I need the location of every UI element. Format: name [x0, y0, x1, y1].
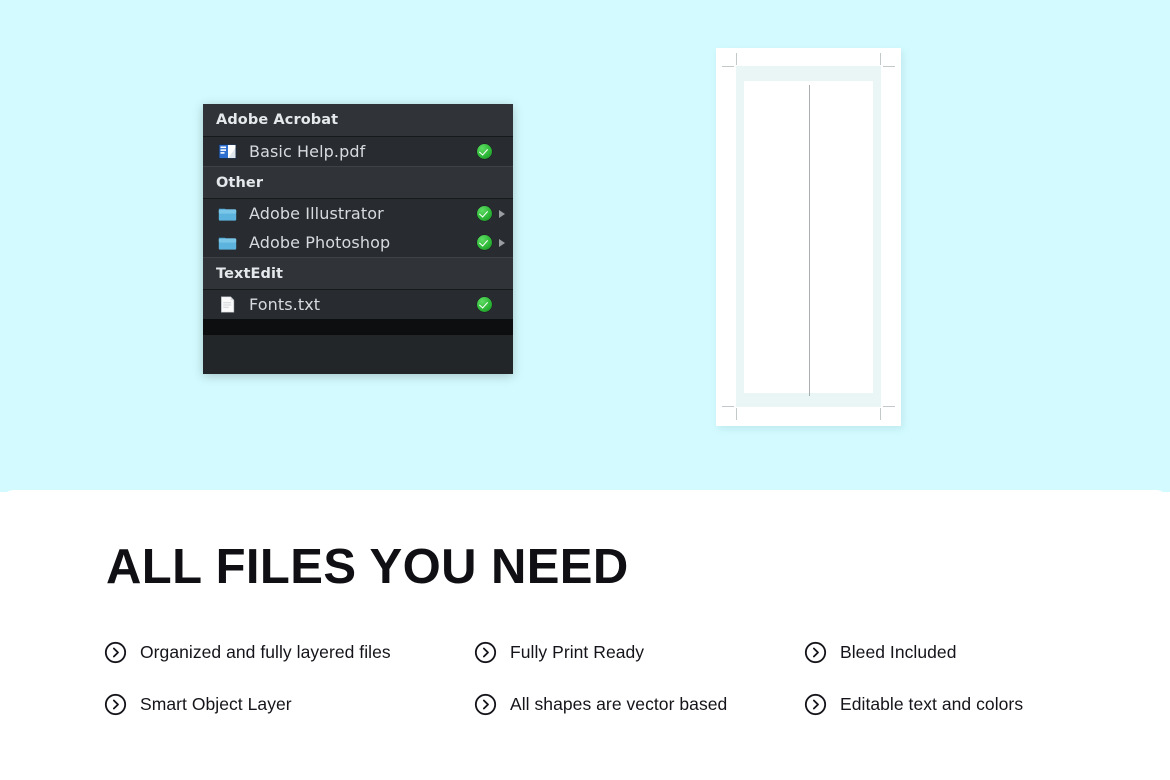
list-item-label: Adobe Illustrator — [249, 204, 384, 223]
panel-section-header-other: Other — [203, 166, 513, 199]
check-badge-icon — [477, 206, 492, 221]
chevron-right-circle-icon — [104, 641, 127, 663]
feature-label: Smart Object Layer — [140, 693, 292, 714]
list-item-status-group — [477, 144, 505, 159]
check-badge-icon — [477, 235, 492, 250]
list-item[interactable]: Adobe Illustrator — [203, 199, 513, 228]
panel-section-header-adobe-acrobat: Adobe Acrobat — [203, 104, 513, 137]
chevron-right-circle-icon — [104, 693, 127, 715]
panel-section-rows-adobe-acrobat: Basic Help.pdf — [203, 137, 513, 166]
crop-mark-bottom-left-v — [736, 408, 737, 420]
list-item-label: Adobe Photoshop — [249, 233, 391, 252]
section-label: Other — [216, 174, 264, 191]
chevron-right-circle-icon — [474, 693, 497, 715]
feature-label: Organized and fully layered files — [140, 641, 391, 662]
list-item[interactable]: Basic Help.pdf — [203, 137, 513, 166]
chevron-right-circle-icon — [474, 641, 497, 663]
pdf-file-icon — [218, 144, 237, 159]
panel-footer — [203, 319, 513, 335]
list-item: Smart Object Layer — [104, 693, 474, 716]
panel-section-rows-other: Adobe Illustrator Adobe Photoshop — [203, 199, 513, 257]
folder-icon — [218, 237, 237, 250]
list-item[interactable]: Adobe Photoshop — [203, 228, 513, 257]
panel-section-header-textedit: TextEdit — [203, 257, 513, 290]
crop-mark-top-left-h — [722, 66, 734, 67]
list-item: Organized and fully layered files — [104, 641, 474, 664]
disclosure-triangle-icon[interactable] — [499, 209, 505, 218]
folder-icon — [218, 208, 237, 221]
artboard-preview — [716, 48, 901, 426]
section-label: TextEdit — [216, 265, 284, 282]
list-item-status-group — [477, 297, 505, 312]
list-item: All shapes are vector based — [474, 693, 804, 716]
list-item: Fully Print Ready — [474, 641, 804, 664]
list-item-status-group — [477, 206, 505, 221]
page-root: Adobe Acrobat Basic Help.pdf Other Adobe… — [0, 0, 1170, 780]
center-fold-line — [808, 85, 810, 396]
hero-background-band — [0, 0, 1170, 492]
crop-mark-top-right-v — [880, 53, 881, 65]
crop-mark-bottom-left-h — [722, 406, 734, 407]
crop-mark-bottom-right-h — [883, 406, 895, 407]
feature-list: Organized and fully layered files Fully … — [104, 626, 1094, 730]
file-browser-panel[interactable]: Adobe Acrobat Basic Help.pdf Other Adobe… — [203, 104, 513, 374]
disclosure-triangle-icon[interactable] — [499, 238, 505, 247]
check-badge-icon — [477, 144, 492, 159]
panel-section-rows-textedit: Fonts.txt — [203, 290, 513, 319]
page-title: ALL FILES YOU NEED — [106, 540, 629, 594]
list-item[interactable]: Fonts.txt — [203, 290, 513, 319]
list-item: Editable text and colors — [804, 693, 1094, 716]
feature-label: Fully Print Ready — [510, 641, 645, 662]
list-item-label: Fonts.txt — [249, 295, 321, 314]
chevron-right-circle-icon — [804, 693, 827, 715]
crop-mark-bottom-right-v — [880, 408, 881, 420]
check-badge-icon — [477, 297, 492, 312]
list-item-label: Basic Help.pdf — [249, 142, 366, 161]
section-label: Adobe Acrobat — [216, 112, 339, 128]
feature-label: Bleed Included — [840, 641, 957, 662]
crop-mark-top-left-v — [736, 53, 737, 65]
feature-label: All shapes are vector based — [510, 693, 728, 714]
list-item-status-group — [477, 235, 505, 250]
list-item: Bleed Included — [804, 641, 1094, 664]
chevron-right-circle-icon — [804, 641, 827, 663]
text-file-icon — [221, 296, 235, 313]
crop-mark-top-right-h — [883, 66, 895, 67]
feature-label: Editable text and colors — [840, 693, 1024, 714]
